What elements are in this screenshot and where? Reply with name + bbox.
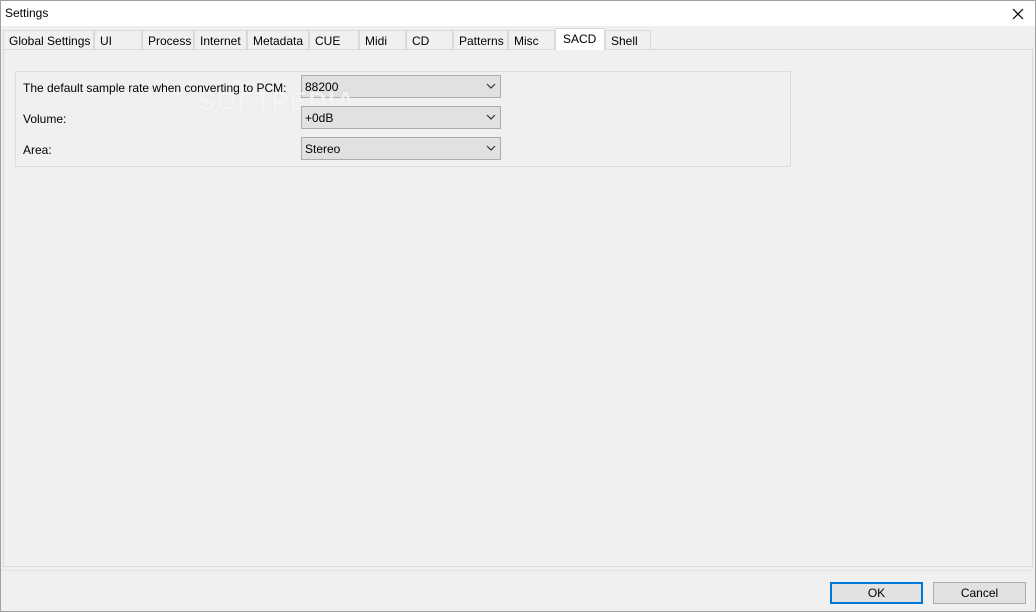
tab-label: Shell [611, 34, 638, 48]
tab-cd[interactable]: CD [406, 30, 453, 49]
tab-misc[interactable]: Misc [508, 30, 555, 49]
close-icon [1012, 8, 1024, 19]
tab-cue[interactable]: CUE [309, 30, 359, 49]
volume-label: Volume: [23, 112, 67, 126]
title-bar: Settings [1, 1, 1035, 26]
tab-label: Misc [514, 34, 539, 48]
tab-internet[interactable]: Internet [194, 30, 247, 49]
tab-shell[interactable]: Shell [605, 30, 651, 49]
tab-label: Midi [365, 34, 388, 48]
tab-strip: Global Settings UI Process Internet Meta… [3, 28, 1033, 50]
window-title: Settings [5, 6, 49, 20]
ok-button[interactable]: OK [830, 582, 923, 604]
area-dropdown[interactable]: Stereo [301, 137, 501, 160]
area-value: Stereo [305, 142, 341, 156]
tab-global-settings[interactable]: Global Settings [3, 30, 94, 49]
tab-ui[interactable]: UI [94, 30, 142, 49]
tab-sacd[interactable]: SACD [555, 28, 605, 50]
tab-patterns[interactable]: Patterns [453, 30, 508, 49]
tab-label: CUE [315, 34, 341, 48]
tab-process[interactable]: Process [142, 30, 194, 49]
sample-rate-value: 88200 [305, 80, 339, 94]
sacd-settings-group: The default sample rate when converting … [15, 71, 791, 167]
tab-label: UI [100, 34, 112, 48]
area-label: Area: [23, 143, 52, 157]
sacd-tab-panel: The default sample rate when converting … [3, 49, 1033, 567]
tab-label: Metadata [253, 34, 304, 48]
settings-window: Settings Global Settings UI Process Inte… [0, 0, 1036, 612]
tab-label: Global Settings [9, 34, 91, 48]
sample-rate-label: The default sample rate when converting … [23, 81, 287, 95]
tab-label: SACD [563, 32, 597, 46]
sample-rate-dropdown[interactable]: 88200 [301, 75, 501, 98]
footer-divider [1, 570, 1035, 571]
tab-label: Process [148, 34, 192, 48]
chevron-down-icon [486, 144, 496, 154]
chevron-down-icon [486, 113, 496, 123]
tab-label: Internet [200, 34, 241, 48]
tab-metadata[interactable]: Metadata [247, 30, 309, 49]
cancel-button[interactable]: Cancel [933, 582, 1026, 604]
volume-value: +0dB [305, 111, 334, 125]
tab-midi[interactable]: Midi [359, 30, 406, 49]
tab-label: CD [412, 34, 430, 48]
close-button[interactable] [1001, 1, 1035, 26]
tab-label: Patterns [459, 34, 504, 48]
chevron-down-icon [486, 82, 496, 92]
volume-dropdown[interactable]: +0dB [301, 106, 501, 129]
